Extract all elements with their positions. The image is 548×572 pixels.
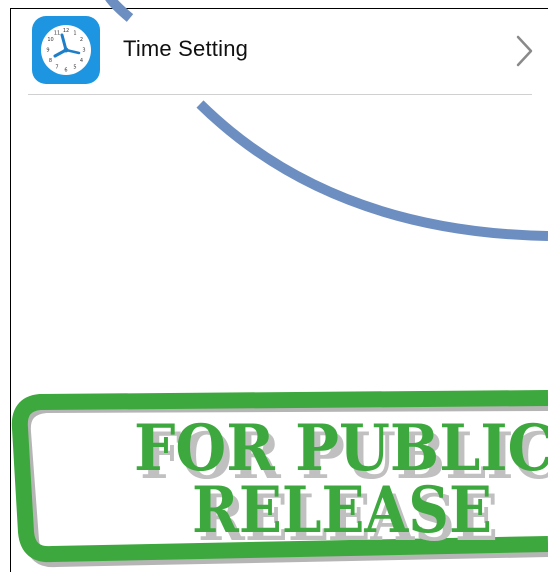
stamp-line2: RELEASE [192, 473, 492, 548]
for-public-release-stamp: FOR PUBLIC RELEASE FOR PUBLIC RELEASE [11, 390, 548, 568]
